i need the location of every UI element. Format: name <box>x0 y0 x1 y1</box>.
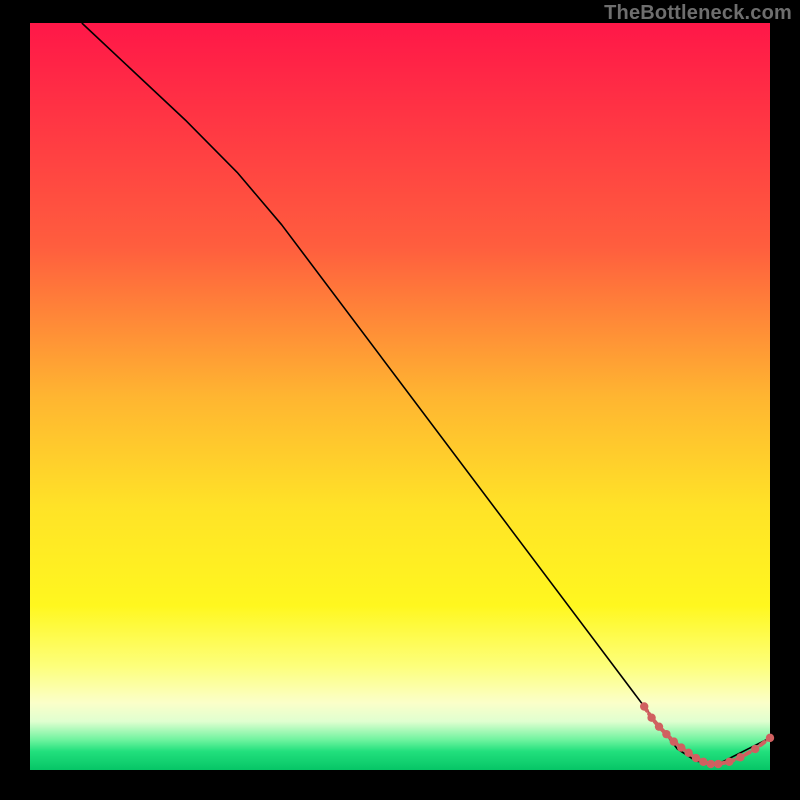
series-markers <box>640 702 774 768</box>
chart-lines <box>30 23 770 770</box>
watermark-text: TheBottleneck.com <box>604 2 792 25</box>
series-curve <box>82 23 770 764</box>
chart-stage: TheBottleneck.com <box>0 0 800 800</box>
plot-area <box>30 23 770 770</box>
